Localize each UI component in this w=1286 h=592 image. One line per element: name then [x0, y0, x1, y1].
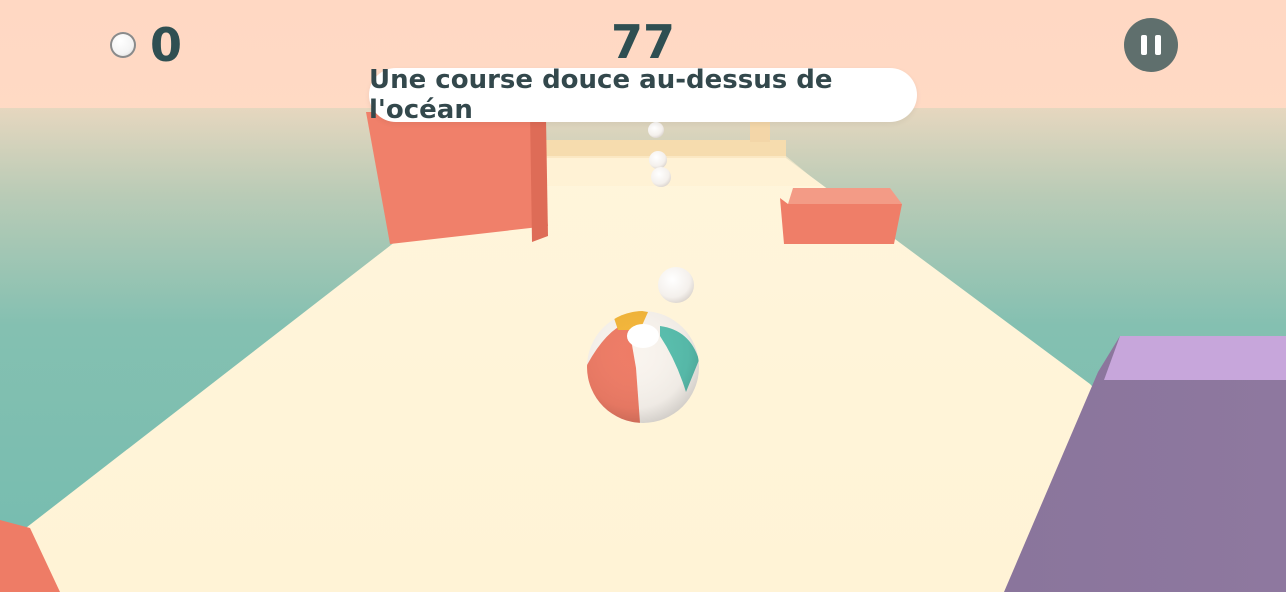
pause-icon [1141, 35, 1147, 55]
obstacle-tall-side [530, 112, 548, 242]
pause-button[interactable] [1124, 18, 1178, 72]
level-title: Une course douce au-dessus de l'océan [369, 65, 917, 125]
obstacle-low-top [788, 188, 902, 204]
purple-block-top [1104, 336, 1286, 380]
pearl [649, 151, 667, 169]
obstacle-low [780, 198, 902, 244]
pause-icon [1155, 35, 1161, 55]
score-counter: 77 [610, 15, 675, 69]
pearl [651, 167, 671, 187]
pearl [658, 267, 694, 303]
obstacle-tall [366, 112, 548, 244]
